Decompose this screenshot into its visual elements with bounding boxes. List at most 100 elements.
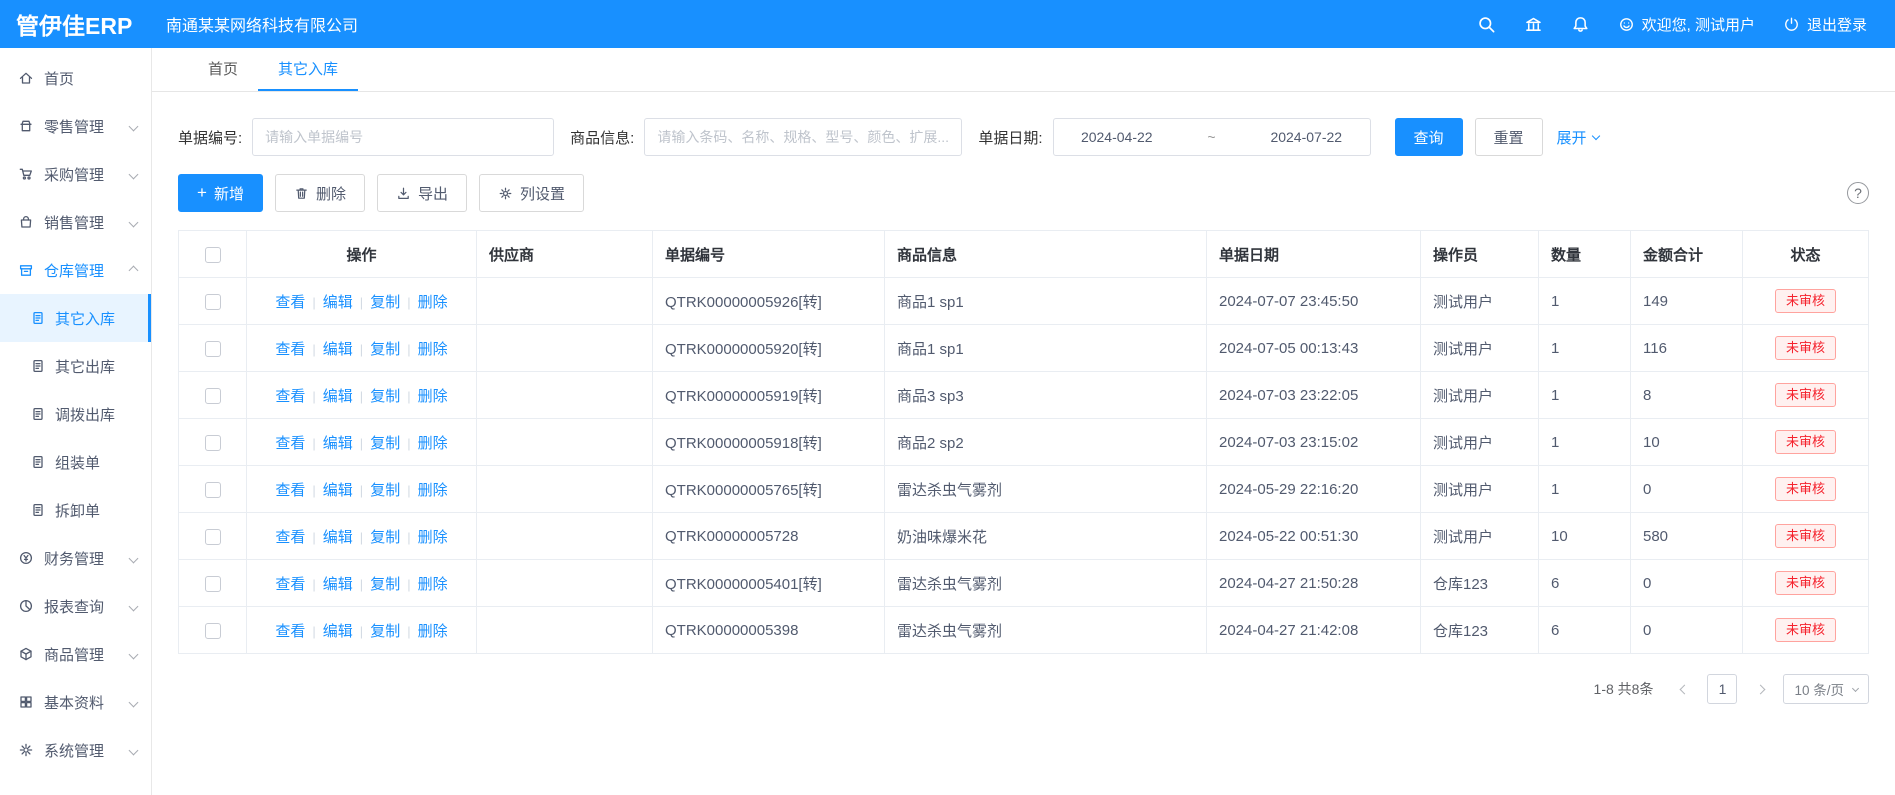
help-icon[interactable]: ? (1847, 182, 1869, 204)
edit-link[interactable]: 编辑 (323, 576, 353, 593)
copy-link[interactable]: 复制 (370, 341, 400, 358)
sidebar-item-basic-data[interactable]: 基本资料 (0, 678, 151, 726)
sidebar-item-system-management[interactable]: 系统管理 (0, 726, 151, 774)
row-checkbox[interactable] (205, 576, 221, 592)
add-button[interactable]: + 新增 (178, 174, 263, 212)
delete-link[interactable]: 删除 (418, 294, 448, 311)
edit-link[interactable]: 编辑 (323, 294, 353, 311)
column-header-doc-no: 单据编号 (653, 231, 885, 278)
edit-link[interactable]: 编辑 (323, 435, 353, 452)
row-checkbox[interactable] (205, 435, 221, 451)
copy-link[interactable]: 复制 (370, 388, 400, 405)
page-number[interactable]: 1 (1707, 674, 1737, 704)
table-row: 查看|编辑|复制|删除QTRK00000005765[转]雷达杀虫气雾剂2024… (179, 466, 1869, 513)
prev-page-button[interactable] (1671, 674, 1697, 704)
product-info-input[interactable] (644, 118, 962, 156)
doc-no-label: 单据编号: (178, 127, 242, 148)
delete-link[interactable]: 删除 (418, 529, 448, 546)
edit-link[interactable]: 编辑 (323, 341, 353, 358)
operator-cell: 测试用户 (1421, 419, 1539, 466)
bank-icon[interactable] (1524, 15, 1543, 34)
action-separator: | (312, 342, 315, 357)
column-header-date: 单据日期 (1207, 231, 1421, 278)
sidebar-item-disassembly-order[interactable]: 拆卸单 (0, 486, 151, 534)
download-icon (396, 186, 411, 201)
app-root: 管伊佳ERP 南通某某网络科技有限公司 欢迎您, 测试用户 (0, 0, 1895, 795)
page-size-select[interactable]: 10 条/页 (1783, 674, 1869, 704)
edit-link[interactable]: 编辑 (323, 623, 353, 640)
copy-link[interactable]: 复制 (370, 482, 400, 499)
copy-link[interactable]: 复制 (370, 623, 400, 640)
action-separator: | (407, 483, 410, 498)
edit-link[interactable]: 编辑 (323, 388, 353, 405)
copy-link[interactable]: 复制 (370, 576, 400, 593)
sidebar-item-assembly-order[interactable]: 组装单 (0, 438, 151, 486)
view-link[interactable]: 查看 (275, 435, 305, 452)
search-button[interactable]: 查询 (1395, 118, 1463, 156)
sidebar-item-purchase-management[interactable]: 采购管理 (0, 150, 151, 198)
expand-link[interactable]: 展开 (1557, 127, 1599, 148)
gear-icon (498, 186, 513, 201)
export-button[interactable]: 导出 (377, 174, 467, 212)
chevron-down-icon (129, 745, 139, 755)
row-checkbox[interactable] (205, 341, 221, 357)
search-icon[interactable] (1477, 15, 1496, 34)
tab-home[interactable]: 首页 (188, 48, 258, 91)
row-checkbox[interactable] (205, 388, 221, 404)
sidebar-item-warehouse-management[interactable]: 仓库管理 (0, 246, 151, 294)
sidebar-item-label: 组装单 (55, 452, 100, 473)
sidebar-item-home[interactable]: 首页 (0, 54, 151, 102)
view-link[interactable]: 查看 (275, 482, 305, 499)
sidebar-item-other-outbound[interactable]: 其它出库 (0, 342, 151, 390)
view-link[interactable]: 查看 (275, 341, 305, 358)
delete-link[interactable]: 删除 (418, 388, 448, 405)
copy-link[interactable]: 复制 (370, 529, 400, 546)
view-link[interactable]: 查看 (275, 623, 305, 640)
logout-button[interactable]: 退出登录 (1783, 14, 1867, 35)
sidebar-item-product-management[interactable]: 商品管理 (0, 630, 151, 678)
edit-link[interactable]: 编辑 (323, 529, 353, 546)
row-checkbox[interactable] (205, 623, 221, 639)
supplier-cell (477, 513, 653, 560)
next-page-button[interactable] (1747, 674, 1773, 704)
sidebar-item-finance-management[interactable]: 财务管理 (0, 534, 151, 582)
reset-button[interactable]: 重置 (1475, 118, 1543, 156)
sidebar-item-label: 调拨出库 (55, 404, 115, 425)
sidebar-item-transfer-outbound[interactable]: 调拨出库 (0, 390, 151, 438)
view-link[interactable]: 查看 (275, 294, 305, 311)
page-size-value: 10 条/页 (1794, 679, 1844, 699)
operator-cell: 仓库123 (1421, 607, 1539, 654)
row-checkbox[interactable] (205, 529, 221, 545)
row-checkbox[interactable] (205, 294, 221, 310)
view-link[interactable]: 查看 (275, 529, 305, 546)
select-all-checkbox[interactable] (205, 247, 221, 263)
sidebar-item-retail-management[interactable]: 零售管理 (0, 102, 151, 150)
chevron-right-icon (1756, 684, 1766, 694)
view-link[interactable]: 查看 (275, 388, 305, 405)
sidebar-item-other-inbound[interactable]: 其它入库 (0, 294, 151, 342)
view-link[interactable]: 查看 (275, 576, 305, 593)
sidebar-item-sales-management[interactable]: 销售管理 (0, 198, 151, 246)
row-checkbox[interactable] (205, 482, 221, 498)
status-badge: 未审核 (1775, 336, 1836, 361)
date-end-value[interactable]: 2024-07-22 (1270, 129, 1342, 145)
date-start-value[interactable]: 2024-04-22 (1081, 129, 1153, 145)
sidebar-item-report-query[interactable]: 报表查询 (0, 582, 151, 630)
delete-link[interactable]: 删除 (418, 341, 448, 358)
action-separator: | (360, 530, 363, 545)
copy-link[interactable]: 复制 (370, 435, 400, 452)
edit-link[interactable]: 编辑 (323, 482, 353, 499)
bell-icon[interactable] (1571, 15, 1590, 34)
copy-link[interactable]: 复制 (370, 294, 400, 311)
delete-link[interactable]: 删除 (418, 435, 448, 452)
product-cell: 商品1 sp1 (885, 325, 1207, 372)
delete-link[interactable]: 删除 (418, 576, 448, 593)
company-name: 南通某某网络科技有限公司 (166, 12, 358, 36)
tab-other-inbound[interactable]: 其它入库 (258, 48, 358, 91)
doc-no-input[interactable] (252, 118, 554, 156)
date-range-picker[interactable]: 2024-04-22 ~ 2024-07-22 (1053, 118, 1371, 156)
delete-link[interactable]: 删除 (418, 623, 448, 640)
delete-button[interactable]: 删除 (275, 174, 365, 212)
delete-link[interactable]: 删除 (418, 482, 448, 499)
column-settings-button[interactable]: 列设置 (479, 174, 584, 212)
